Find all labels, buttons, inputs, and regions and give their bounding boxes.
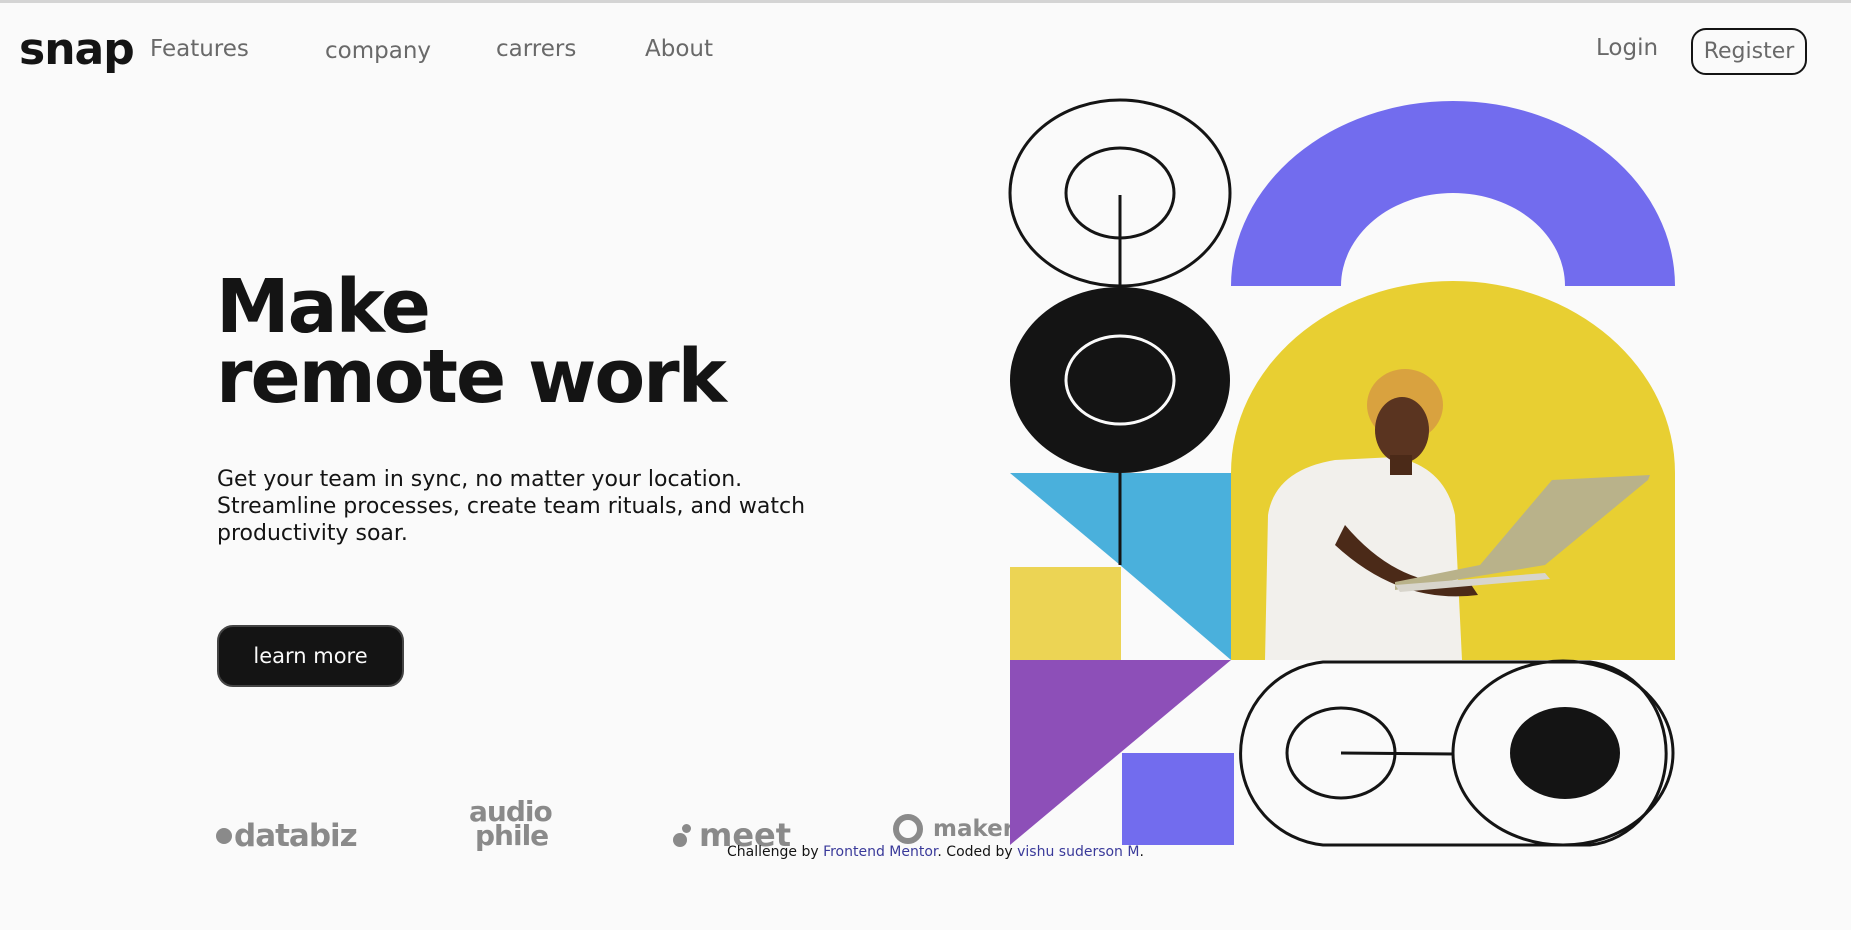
- audiophile-logo: audio phile: [469, 798, 569, 852]
- top-border: [0, 0, 1851, 3]
- meet-dots-icon: [668, 823, 691, 847]
- hero-headline: Make remote work: [216, 270, 816, 414]
- pill-with-circles-shape: [1239, 659, 1675, 847]
- maker-ring-icon: [893, 814, 923, 844]
- blue-triangle-right: [1120, 473, 1231, 660]
- nav-features[interactable]: Features: [150, 36, 249, 62]
- hero-subtext: Get your team in sync, no matter your lo…: [217, 467, 806, 546]
- snap-logo[interactable]: snap: [19, 24, 135, 75]
- nav-about[interactable]: About: [645, 36, 713, 62]
- learn-more-button[interactable]: learn more: [217, 625, 404, 687]
- databiz-logo: databiz: [216, 818, 358, 854]
- blue-triangle-left: [1010, 473, 1120, 565]
- register-button[interactable]: Register: [1691, 28, 1807, 75]
- audiophile-line-2: phile: [475, 819, 549, 852]
- outline-ring-shape: [1008, 98, 1232, 288]
- databiz-dot-icon: [216, 828, 232, 844]
- nav-company[interactable]: company: [325, 38, 431, 64]
- nav-carrers[interactable]: carrers: [496, 36, 576, 62]
- black-circle-shape: [1010, 287, 1230, 473]
- hero-illustration: [1008, 98, 1675, 847]
- login-link[interactable]: Login: [1596, 35, 1658, 61]
- violet-arch-shape: [1231, 101, 1675, 286]
- maker-logo: maker: [893, 814, 1014, 844]
- attribution-prefix: Challenge by: [727, 844, 824, 860]
- violet-square: [1122, 753, 1234, 845]
- frontend-mentor-link[interactable]: Frontend Mentor: [823, 844, 937, 860]
- mustard-square: [1010, 567, 1121, 660]
- headline-line-2: remote work: [216, 334, 727, 420]
- databiz-text: databiz: [234, 818, 358, 854]
